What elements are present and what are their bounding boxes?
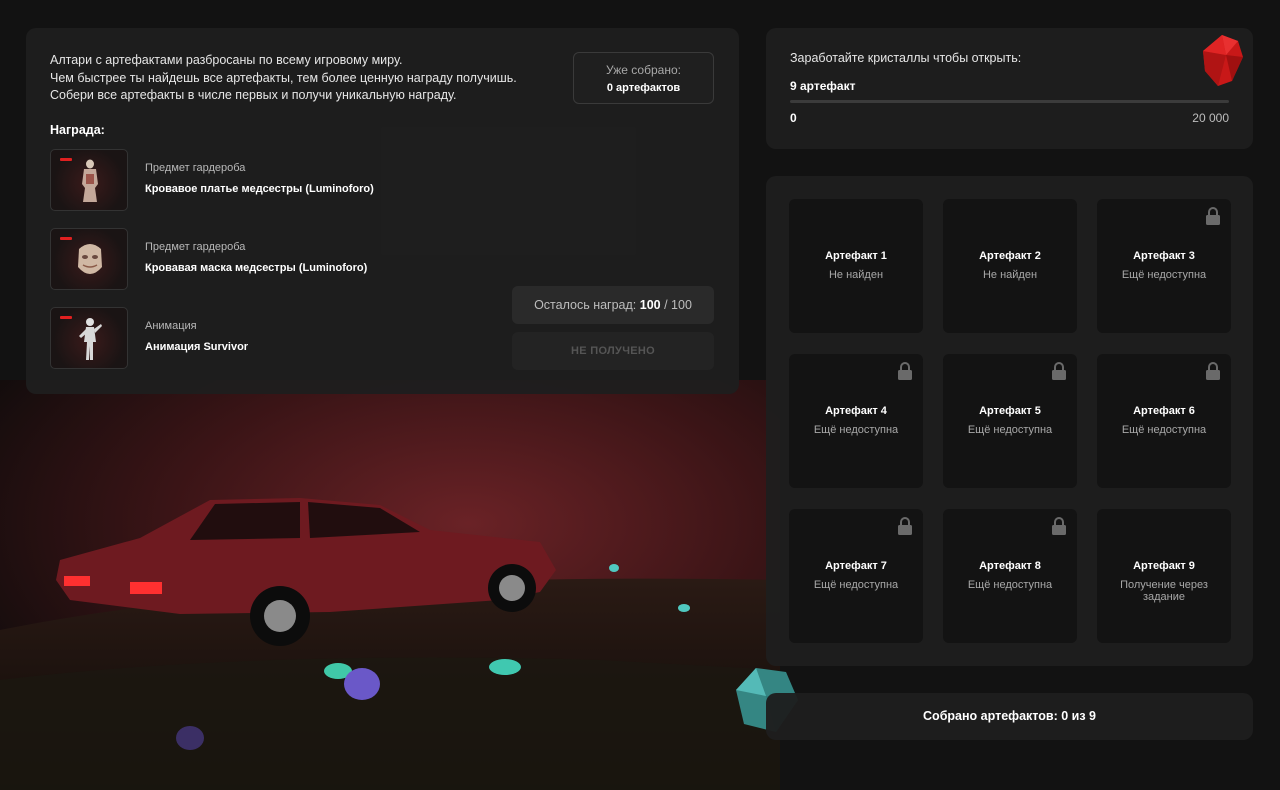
artifact-name: Артефакт 3 — [1133, 250, 1195, 262]
info-line: Чем быстрее ты найдешь все артефакты, те… — [50, 70, 517, 85]
reward-tag — [60, 158, 72, 161]
info-panel: Алтари с артефактами разбросаны по всему… — [26, 28, 739, 394]
reward-item[interactable]: Анимация Анимация Survivor — [50, 307, 510, 369]
artifact-status: Не найден — [828, 269, 884, 281]
artifact-status: Ещё недоступна — [813, 579, 899, 591]
crystal-title: Заработайте кристаллы чтобы открыть: — [790, 51, 1022, 65]
reward-thumbnail — [50, 228, 128, 290]
artifact-status: Не найден — [982, 269, 1038, 281]
lock-icon — [1052, 362, 1066, 380]
artifact-card-1[interactable]: Артефакт 1 Не найден — [789, 199, 923, 333]
artifact-name: Артефакт 1 — [825, 250, 887, 262]
artifact-name: Артефакт 4 — [825, 405, 887, 417]
artifact-name: Артефакт 7 — [825, 560, 887, 572]
artifact-name: Артефакт 8 — [979, 560, 1041, 572]
reward-name: Анимация Survivor — [145, 341, 249, 353]
remaining-label: Осталось наград: — [534, 298, 637, 312]
artifact-status: Ещё недоступна — [1121, 269, 1207, 281]
crystal-progress-panel: Заработайте кристаллы чтобы открыть: 9 а… — [766, 28, 1253, 149]
reward-thumbnail — [50, 149, 128, 211]
reward-item[interactable]: Предмет гардероба Кровавая маска медсест… — [50, 228, 510, 290]
crystal-goal: 9 артефакт — [790, 79, 856, 93]
lock-icon — [1052, 517, 1066, 535]
artifact-name: Артефакт 9 — [1133, 560, 1195, 572]
reward-type: Предмет гардероба — [145, 162, 246, 174]
artifact-name: Артефакт 5 — [979, 405, 1041, 417]
lock-icon — [1206, 207, 1220, 225]
artifact-card-7[interactable]: Артефакт 7 Ещё недоступна — [789, 509, 923, 643]
mask-icon — [78, 244, 102, 274]
artifact-name: Артефакт 2 — [979, 250, 1041, 262]
remaining-count: 100 — [639, 298, 661, 312]
artifact-card-8[interactable]: Артефакт 8 Ещё недоступна — [943, 509, 1077, 643]
artifact-name: Артефакт 6 — [1133, 405, 1195, 417]
collected-label: Уже собрано: — [606, 63, 681, 77]
artifact-counter-label: Собрано артефактов: 0 из 9 — [923, 709, 1096, 723]
reward-name: Кровавая маска медсестры (Luminoforo) — [145, 262, 368, 274]
remaining-total: / 100 — [664, 298, 692, 312]
lock-icon — [1206, 362, 1220, 380]
reward-title: Награда: — [50, 123, 105, 137]
red-crystal-icon — [1203, 35, 1243, 86]
artifact-status: Ещё недоступна — [1121, 424, 1207, 436]
artifact-card-3[interactable]: Артефакт 3 Ещё недоступна — [1097, 199, 1231, 333]
figure-icon — [79, 318, 102, 360]
artifact-card-5[interactable]: Артефакт 5 Ещё недоступна — [943, 354, 1077, 488]
crystal-progress-bar — [790, 100, 1229, 103]
info-line: Собери все артефакты в числе первых и по… — [50, 88, 457, 102]
remaining-rewards: Осталось наград: 100 / 100 — [512, 286, 714, 324]
lock-icon — [898, 517, 912, 535]
lock-icon — [898, 362, 912, 380]
reward-tag — [60, 316, 72, 319]
reward-type: Предмет гардероба — [145, 241, 246, 253]
artifact-card-2[interactable]: Артефакт 2 Не найден — [943, 199, 1077, 333]
info-line: Алтари с артефактами разбросаны по всему… — [50, 53, 403, 67]
artifact-card-6[interactable]: Артефакт 6 Ещё недоступна — [1097, 354, 1231, 488]
progress-min: 0 — [790, 111, 797, 125]
reward-thumbnail — [50, 307, 128, 369]
reward-name: Кровавое платье медсестры (Luminoforo) — [145, 183, 374, 195]
artifact-card-9[interactable]: Артефакт 9 Получение через задание — [1097, 509, 1231, 643]
artifact-status: Ещё недоступна — [967, 579, 1053, 591]
reward-item[interactable]: Предмет гардероба Кровавое платье медсес… — [50, 149, 510, 211]
artifact-card-4[interactable]: Артефакт 4 Ещё недоступна — [789, 354, 923, 488]
artifact-status: Ещё недоступна — [967, 424, 1053, 436]
progress-max: 20 000 — [1192, 111, 1229, 125]
claim-reward-button[interactable]: НЕ ПОЛУЧЕНО — [512, 332, 714, 370]
info-description: Алтари с артефактами разбросаны по всему… — [50, 52, 517, 105]
collected-box: Уже собрано: 0 артефактов — [573, 52, 714, 104]
artifact-status: Ещё недоступна — [813, 424, 899, 436]
artifact-counter: Собрано артефактов: 0 из 9 — [766, 693, 1253, 740]
artifact-status: Получение через задание — [1120, 579, 1208, 603]
reward-type: Анимация — [145, 320, 197, 332]
background-scene — [0, 380, 780, 790]
dress-icon — [82, 159, 98, 202]
collected-value: 0 артефактов — [606, 82, 681, 94]
reward-tag — [60, 237, 72, 240]
artifact-grid: Артефакт 1 Не найден Артефакт 2 Не найде… — [766, 176, 1253, 666]
